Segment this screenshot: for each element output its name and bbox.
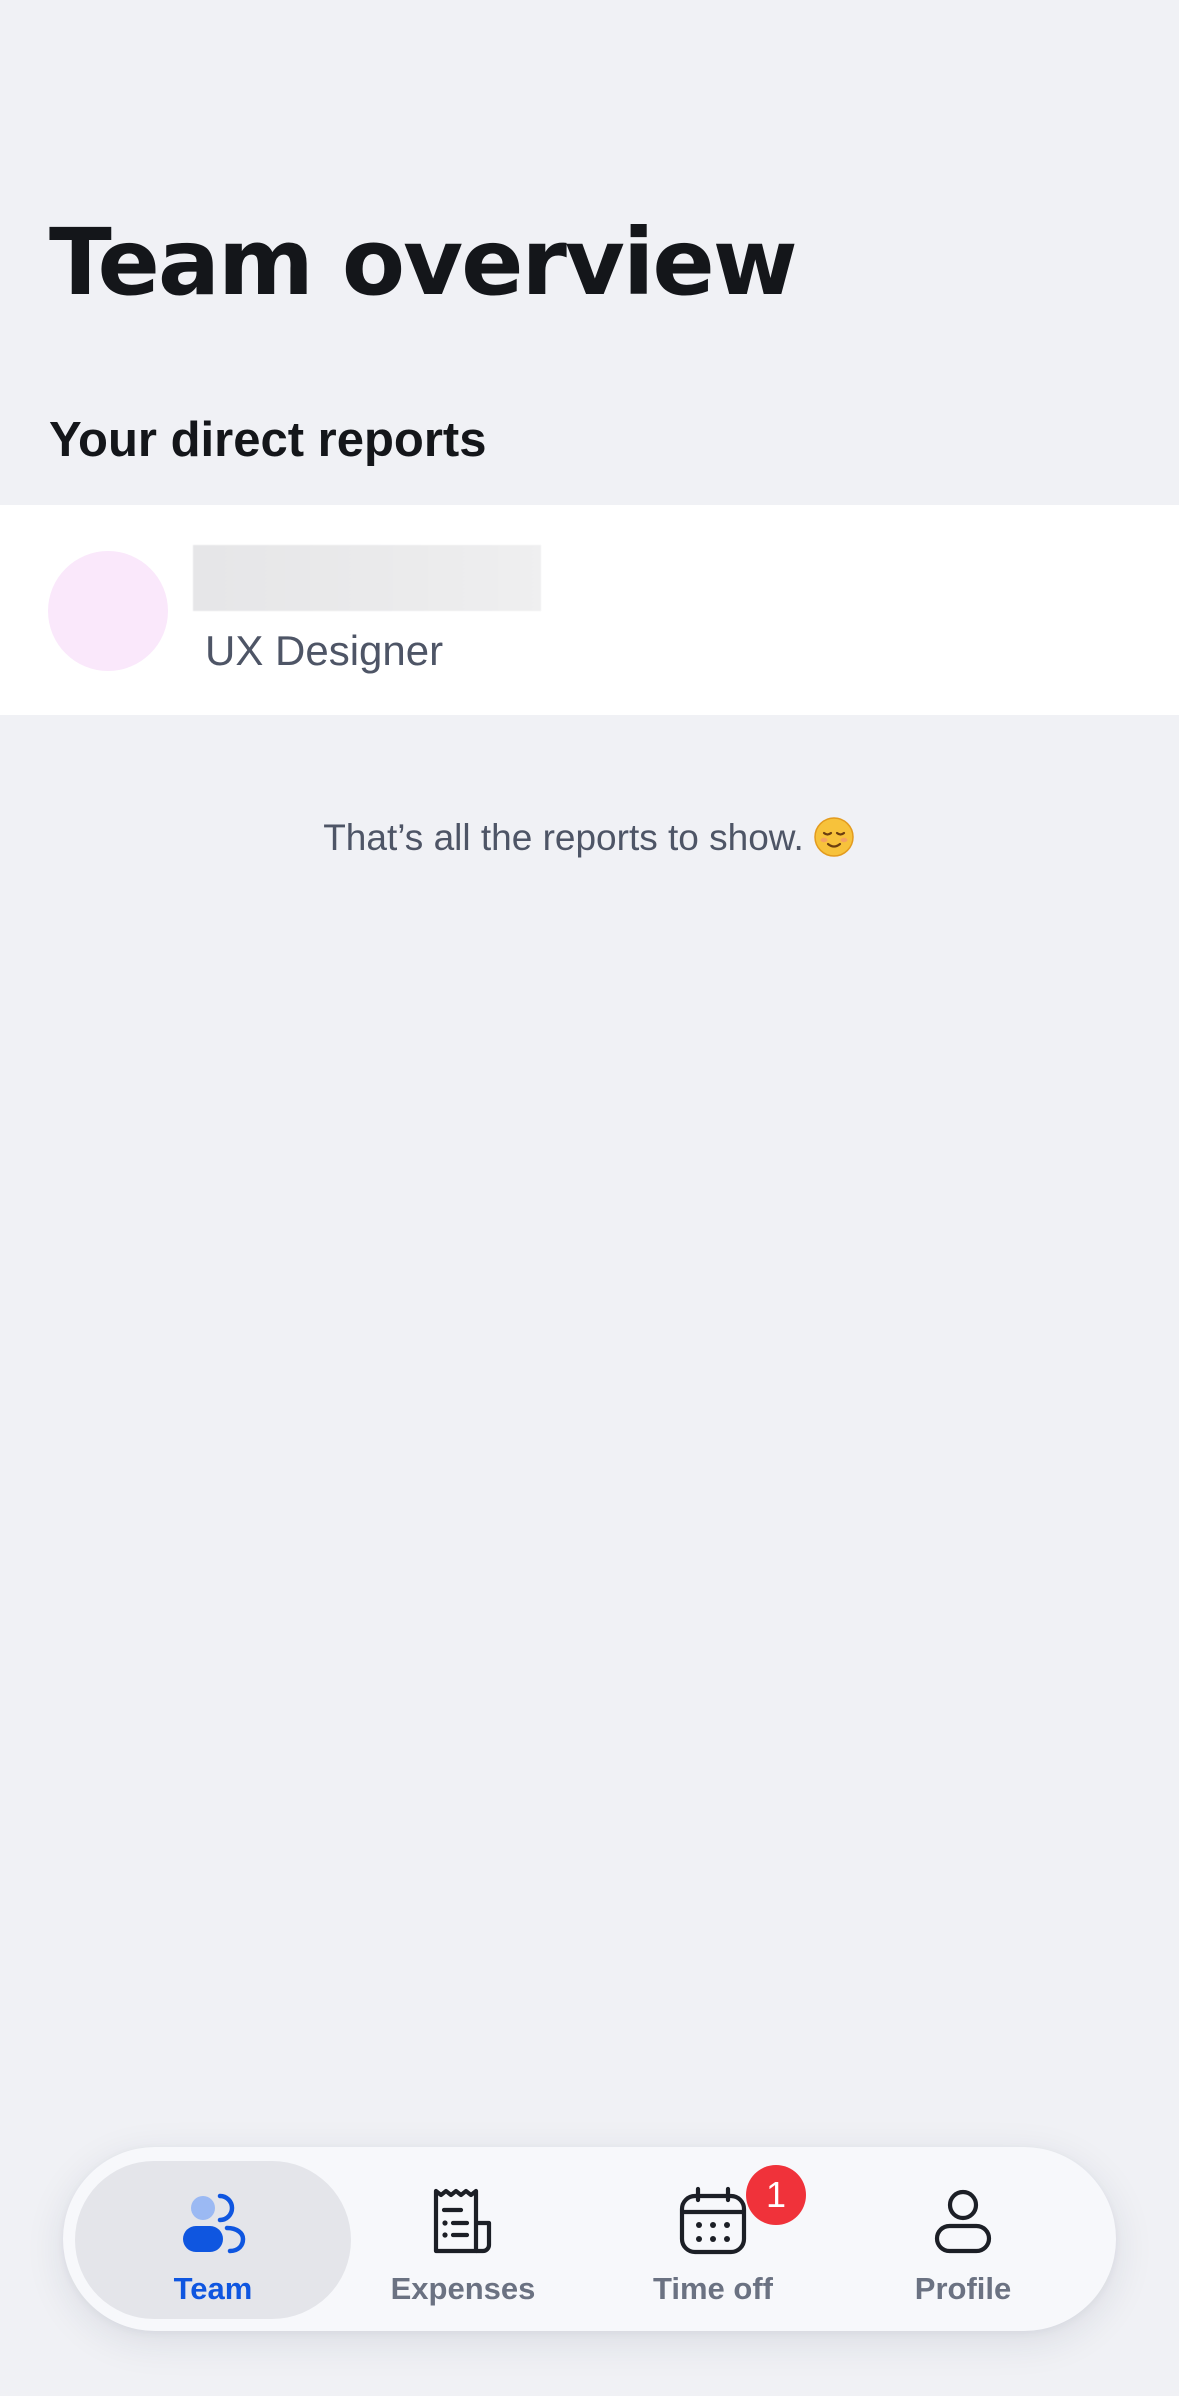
bottom-navigation: Team Expenses 1 Time off Profile	[63, 2147, 1116, 2331]
calendar-icon	[679, 2186, 747, 2255]
direct-reports-heading: Your direct reports	[49, 413, 487, 467]
nav-item-expenses[interactable]: Expenses	[325, 2161, 601, 2319]
nav-item-time-off[interactable]: 1 Time off	[575, 2161, 851, 2319]
report-role: UX Designer	[205, 627, 444, 674]
end-of-list-text: That’s all the reports to show.	[323, 817, 804, 858]
end-of-list-message: That’s all the reports to show.	[0, 812, 1179, 864]
nav-item-profile[interactable]: Profile	[825, 2161, 1101, 2319]
nav-label-expenses: Expenses	[390, 2271, 536, 2306]
nav-item-team[interactable]: Team	[75, 2161, 351, 2319]
smiling-face-icon	[814, 817, 854, 857]
nav-label-team: Team	[173, 2271, 253, 2306]
report-name-redacted	[193, 545, 541, 611]
person-icon	[934, 2189, 992, 2254]
team-icon	[183, 2193, 246, 2254]
notification-badge: 1	[746, 2165, 806, 2225]
receipt-icon	[433, 2188, 492, 2254]
page-title: Team overview	[49, 209, 798, 316]
report-list-item[interactable]: UX Designer	[0, 505, 1179, 715]
nav-label-profile: Profile	[914, 2271, 1012, 2306]
avatar	[48, 551, 168, 671]
nav-label-time-off: Time off	[653, 2271, 773, 2306]
